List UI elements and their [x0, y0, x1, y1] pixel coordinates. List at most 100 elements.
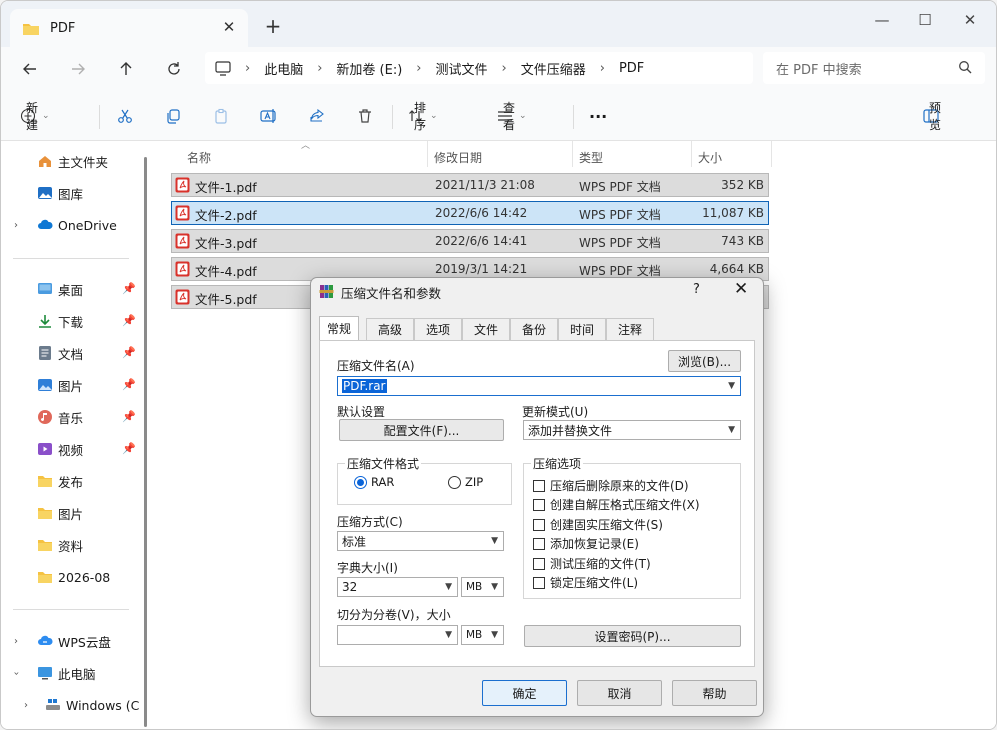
chevron-down-icon[interactable]: ▼ — [728, 381, 735, 391]
set-password-button[interactable]: 设置密码(P)... — [524, 625, 741, 647]
dialog-close-icon[interactable]: ✕ — [734, 279, 748, 299]
breadcrumb-compressor[interactable]: 文件压缩器 — [521, 59, 586, 78]
sidebar-item-this-pc[interactable]: › 此电脑 — [1, 660, 141, 686]
file-row[interactable]: 文件-3.pdf 2022/6/6 14:41 WPS PDF 文档 743 K… — [171, 229, 769, 253]
dictionary-unit-select[interactable]: MB ▼ — [461, 577, 504, 597]
column-divider[interactable] — [691, 141, 692, 167]
profiles-button[interactable]: 配置文件(F)... — [339, 419, 504, 441]
tab-general[interactable]: 常规 — [319, 316, 359, 340]
chevron-right-icon[interactable]: › — [24, 700, 28, 711]
cancel-button[interactable]: 取消 — [577, 680, 662, 706]
column-header-name[interactable]: 名称 — [187, 146, 211, 168]
share-button[interactable] — [309, 105, 325, 127]
delete-button[interactable] — [357, 105, 373, 127]
up-button[interactable] — [111, 55, 141, 83]
file-row[interactable]: 文件-1.pdf 2021/11/3 21:08 WPS PDF 文档 352 … — [171, 173, 769, 197]
option-lock-archive[interactable]: 锁定压缩文件(L) — [533, 574, 638, 591]
sidebar-item-wps-cloud[interactable]: › WPS云盘 — [1, 628, 141, 654]
column-divider[interactable] — [427, 141, 428, 167]
sidebar-item-pictures-folder[interactable]: 图片 — [1, 500, 141, 526]
pin-icon[interactable]: 📌 — [122, 282, 136, 295]
tab-backup[interactable]: 备份 — [510, 318, 558, 340]
column-header-date[interactable]: 修改日期 — [434, 146, 482, 168]
archive-name-field[interactable]: PDF.rar ▼ — [337, 376, 741, 396]
sidebar-item-desktop[interactable]: 桌面 📌 — [1, 276, 141, 302]
search-icon[interactable] — [958, 60, 972, 74]
chevron-down-icon[interactable]: › — [11, 671, 22, 675]
chevron-down-icon[interactable]: ▼ — [445, 630, 452, 640]
minimize-button[interactable]: — — [859, 5, 905, 35]
preview-button[interactable]: 预览 — [923, 101, 941, 132]
view-button[interactable]: 查看 ⌄ — [497, 101, 527, 132]
sidebar-item-2026-08[interactable]: 2026-08 — [1, 564, 141, 590]
option-test-files[interactable]: 测试压缩的文件(T) — [533, 555, 651, 572]
option-recovery-record[interactable]: 添加恢复记录(E) — [533, 535, 639, 552]
pin-icon[interactable]: 📌 — [122, 442, 136, 455]
chevron-down-icon[interactable]: ▼ — [445, 582, 452, 592]
chevron-right-icon[interactable]: › — [14, 636, 18, 647]
column-divider[interactable] — [572, 141, 573, 167]
dictionary-select[interactable]: 32 ▼ — [337, 577, 458, 597]
forward-button[interactable] — [63, 55, 93, 83]
tab-comment[interactable]: 注释 — [606, 318, 654, 340]
format-zip-radio[interactable]: ZIP — [448, 475, 483, 489]
chevron-down-icon[interactable]: ▼ — [491, 536, 498, 546]
chevron-down-icon[interactable]: ▼ — [491, 582, 498, 592]
column-header-type[interactable]: 类型 — [579, 146, 603, 168]
pin-icon[interactable]: 📌 — [122, 410, 136, 423]
split-unit-select[interactable]: MB ▼ — [461, 625, 504, 645]
sidebar-scrollbar[interactable] — [144, 157, 147, 727]
tab-pdf[interactable]: PDF ✕ — [10, 9, 248, 47]
sidebar-item-materials[interactable]: 资料 — [1, 532, 141, 558]
sidebar-item-onedrive[interactable]: › OneDrive — [1, 212, 141, 238]
sidebar-item-pictures[interactable]: 图片 📌 — [1, 372, 141, 398]
tab-close-icon[interactable]: ✕ — [220, 18, 238, 36]
tab-advanced[interactable]: 高级 — [366, 318, 414, 340]
breadcrumb-this-pc[interactable]: 此电脑 — [264, 59, 303, 78]
sidebar-item-gallery[interactable]: 图库 — [1, 180, 141, 206]
option-delete-after[interactable]: 压缩后删除原来的文件(D) — [533, 477, 689, 494]
sidebar-item-home[interactable]: 主文件夹 — [1, 148, 141, 174]
method-select[interactable]: 标准 ▼ — [337, 531, 504, 551]
sidebar-item-music[interactable]: 音乐 📌 — [1, 404, 141, 430]
rename-button[interactable] — [260, 105, 278, 127]
sidebar-item-documents[interactable]: 文档 📌 — [1, 340, 141, 366]
maximize-button[interactable]: ☐ — [902, 5, 948, 35]
help-button[interactable]: 帮助 — [672, 680, 757, 706]
breadcrumb-test-files[interactable]: 测试文件 — [436, 59, 488, 78]
refresh-button[interactable] — [159, 55, 189, 83]
pin-icon[interactable]: 📌 — [122, 314, 136, 327]
sort-button[interactable]: 排序 ⌄ — [408, 101, 438, 132]
new-button[interactable]: 新建 ⌄ — [20, 101, 50, 132]
format-rar-radio[interactable]: RAR — [354, 475, 394, 489]
chevron-right-icon[interactable]: › — [14, 220, 18, 231]
column-header-size[interactable]: 大小 — [698, 146, 722, 168]
file-row[interactable]: 文件-2.pdf 2022/6/6 14:42 WPS PDF 文档 11,08… — [171, 201, 769, 225]
copy-button[interactable] — [165, 105, 181, 127]
breadcrumb-pdf[interactable]: PDF — [619, 61, 644, 76]
chevron-down-icon[interactable]: ▼ — [728, 425, 735, 435]
pin-icon[interactable]: 📌 — [122, 378, 136, 391]
help-icon[interactable]: ? — [693, 282, 700, 297]
paste-button[interactable] — [213, 105, 229, 127]
more-options-button[interactable]: ··· — [589, 105, 607, 127]
back-button[interactable] — [15, 55, 45, 83]
sidebar-item-windows-c[interactable]: › Windows (C — [1, 692, 141, 718]
ok-button[interactable]: 确定 — [482, 680, 567, 706]
address-bar[interactable]: › 此电脑 › 新加卷 (E:) › 测试文件 › 文件压缩器 › PDF — [205, 52, 753, 84]
split-volume-input[interactable]: ▼ — [337, 625, 458, 645]
tab-time[interactable]: 时间 — [558, 318, 606, 340]
tab-options[interactable]: 选项 — [414, 318, 462, 340]
cut-button[interactable] — [117, 105, 133, 127]
new-tab-button[interactable]: + — [262, 15, 284, 37]
sidebar-item-downloads[interactable]: 下载 📌 — [1, 308, 141, 334]
column-divider[interactable] — [771, 141, 772, 167]
search-input[interactable]: 在 PDF 中搜索 — [763, 52, 985, 84]
sidebar-item-publish[interactable]: 发布 — [1, 468, 141, 494]
option-sfx[interactable]: 创建自解压格式压缩文件(X) — [533, 496, 700, 513]
close-window-button[interactable]: ✕ — [947, 5, 993, 35]
chevron-down-icon[interactable]: ▼ — [491, 630, 498, 640]
breadcrumb-drive-e[interactable]: 新加卷 (E:) — [336, 59, 402, 78]
pin-icon[interactable]: 📌 — [122, 346, 136, 359]
update-mode-select[interactable]: 添加并替换文件 ▼ — [523, 420, 741, 440]
